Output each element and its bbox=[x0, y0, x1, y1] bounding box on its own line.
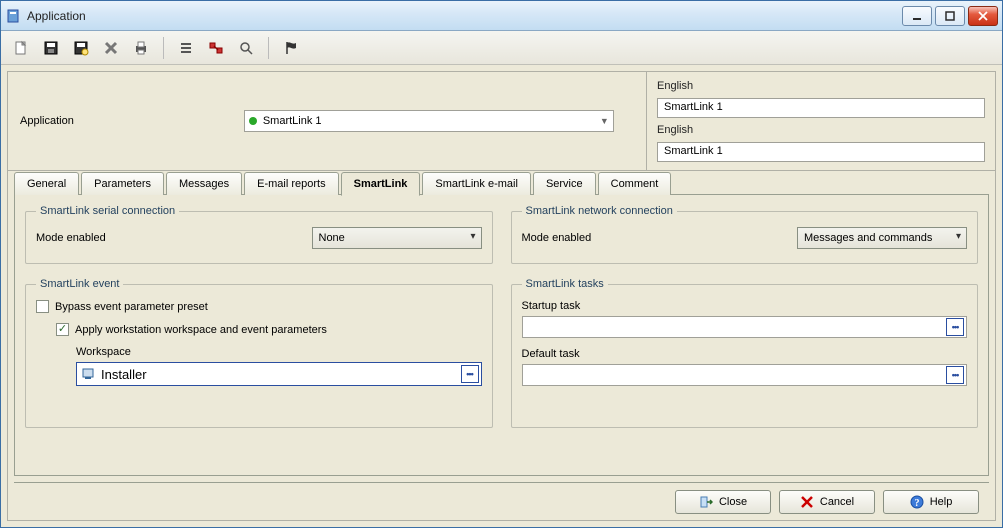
cancel-button-label: Cancel bbox=[820, 496, 854, 508]
bypass-label: Bypass event parameter preset bbox=[55, 301, 208, 313]
group-event-legend: SmartLink event bbox=[36, 278, 123, 290]
tab-smartlink-email[interactable]: SmartLink e-mail bbox=[422, 172, 531, 195]
group-event: SmartLink event Bypass event parameter p… bbox=[25, 278, 493, 428]
workspace-icon bbox=[81, 366, 97, 382]
content: Application SmartLink 1 ▼ English SmartL… bbox=[1, 65, 1002, 527]
cancel-button[interactable]: Cancel bbox=[779, 490, 875, 514]
tab-service[interactable]: Service bbox=[533, 172, 596, 195]
chevron-down-icon: ▼ bbox=[600, 116, 609, 126]
list-icon[interactable] bbox=[176, 38, 196, 58]
maximize-button[interactable] bbox=[935, 6, 965, 26]
save-as-icon[interactable] bbox=[71, 38, 91, 58]
status-dot-icon bbox=[249, 117, 257, 125]
lang-label-1: English bbox=[657, 80, 985, 92]
group-serial: SmartLink serial connection Mode enabled… bbox=[25, 205, 493, 264]
serial-mode-select[interactable]: None bbox=[312, 227, 482, 249]
startup-task-field[interactable]: ••• bbox=[522, 316, 968, 338]
col-left: SmartLink serial connection Mode enabled… bbox=[25, 205, 493, 465]
network-mode-label: Mode enabled bbox=[522, 232, 592, 244]
group-tasks-legend: SmartLink tasks bbox=[522, 278, 608, 290]
close-button-label: Close bbox=[719, 496, 747, 508]
close-window-button[interactable] bbox=[968, 6, 998, 26]
help-icon: ? bbox=[910, 495, 924, 509]
search-icon[interactable] bbox=[236, 38, 256, 58]
tab-general[interactable]: General bbox=[14, 172, 79, 195]
header-right: English SmartLink 1 English SmartLink 1 bbox=[647, 72, 995, 170]
group-network: SmartLink network connection Mode enable… bbox=[511, 205, 979, 264]
group-network-legend: SmartLink network connection bbox=[522, 205, 677, 217]
startup-task-label: Startup task bbox=[522, 300, 968, 312]
close-button[interactable]: Close bbox=[675, 490, 771, 514]
main-panel: Application SmartLink 1 ▼ English SmartL… bbox=[7, 71, 996, 521]
lang-field-1[interactable]: SmartLink 1 bbox=[657, 98, 985, 118]
group-tasks: SmartLink tasks Startup task ••• Default… bbox=[511, 278, 979, 428]
lang-field-2[interactable]: SmartLink 1 bbox=[657, 142, 985, 162]
default-task-field[interactable]: ••• bbox=[522, 364, 968, 386]
workspace-value: Installer bbox=[101, 367, 147, 382]
application-label: Application bbox=[20, 115, 74, 127]
startup-task-more-button[interactable]: ••• bbox=[946, 318, 964, 336]
delete-icon[interactable] bbox=[101, 38, 121, 58]
tab-parameters[interactable]: Parameters bbox=[81, 172, 164, 195]
workspace-field[interactable]: Installer ••• bbox=[76, 362, 482, 386]
help-button-label: Help bbox=[930, 496, 953, 508]
apply-label: Apply workstation workspace and event pa… bbox=[75, 324, 327, 336]
application-select[interactable]: SmartLink 1 ▼ bbox=[244, 110, 614, 132]
app-icon bbox=[5, 8, 21, 24]
serial-mode-label: Mode enabled bbox=[36, 232, 106, 244]
toolbar-separator bbox=[268, 37, 269, 59]
tab-messages[interactable]: Messages bbox=[166, 172, 242, 195]
default-task-more-button[interactable]: ••• bbox=[946, 366, 964, 384]
new-icon[interactable] bbox=[11, 38, 31, 58]
default-task-label: Default task bbox=[522, 348, 968, 360]
footer: Close Cancel ? Help bbox=[14, 482, 989, 520]
group-serial-legend: SmartLink serial connection bbox=[36, 205, 179, 217]
link-icon[interactable] bbox=[206, 38, 226, 58]
print-icon[interactable] bbox=[131, 38, 151, 58]
help-button[interactable]: ? Help bbox=[883, 490, 979, 514]
col-right: SmartLink network connection Mode enable… bbox=[511, 205, 979, 465]
toolbar-separator bbox=[163, 37, 164, 59]
cancel-icon bbox=[800, 495, 814, 509]
header-left: Application SmartLink 1 ▼ bbox=[8, 72, 647, 170]
bypass-checkbox[interactable] bbox=[36, 300, 49, 313]
tabstrip: General Parameters Messages E-mail repor… bbox=[8, 172, 995, 195]
svg-text:?: ? bbox=[914, 498, 919, 509]
app-window: Application bbox=[0, 0, 1003, 528]
network-mode-select[interactable]: Messages and commands bbox=[797, 227, 967, 249]
tab-page-smartlink: SmartLink serial connection Mode enabled… bbox=[14, 194, 989, 476]
lang-label-2: English bbox=[657, 124, 985, 136]
header-row: Application SmartLink 1 ▼ English SmartL… bbox=[8, 72, 995, 171]
door-icon bbox=[699, 495, 713, 509]
titlebar: Application bbox=[1, 1, 1002, 31]
save-icon[interactable] bbox=[41, 38, 61, 58]
workspace-more-button[interactable]: ••• bbox=[461, 365, 479, 383]
minimize-button[interactable] bbox=[902, 6, 932, 26]
flag-icon[interactable] bbox=[281, 38, 301, 58]
tab-comment[interactable]: Comment bbox=[598, 172, 672, 195]
workspace-label: Workspace bbox=[76, 346, 482, 358]
tab-smartlink[interactable]: SmartLink bbox=[341, 172, 421, 196]
apply-checkbox[interactable] bbox=[56, 323, 69, 336]
tab-email-reports[interactable]: E-mail reports bbox=[244, 172, 338, 195]
window-title: Application bbox=[27, 9, 902, 23]
window-controls bbox=[902, 6, 998, 26]
application-value: SmartLink 1 bbox=[263, 115, 322, 127]
toolbar bbox=[1, 31, 1002, 65]
